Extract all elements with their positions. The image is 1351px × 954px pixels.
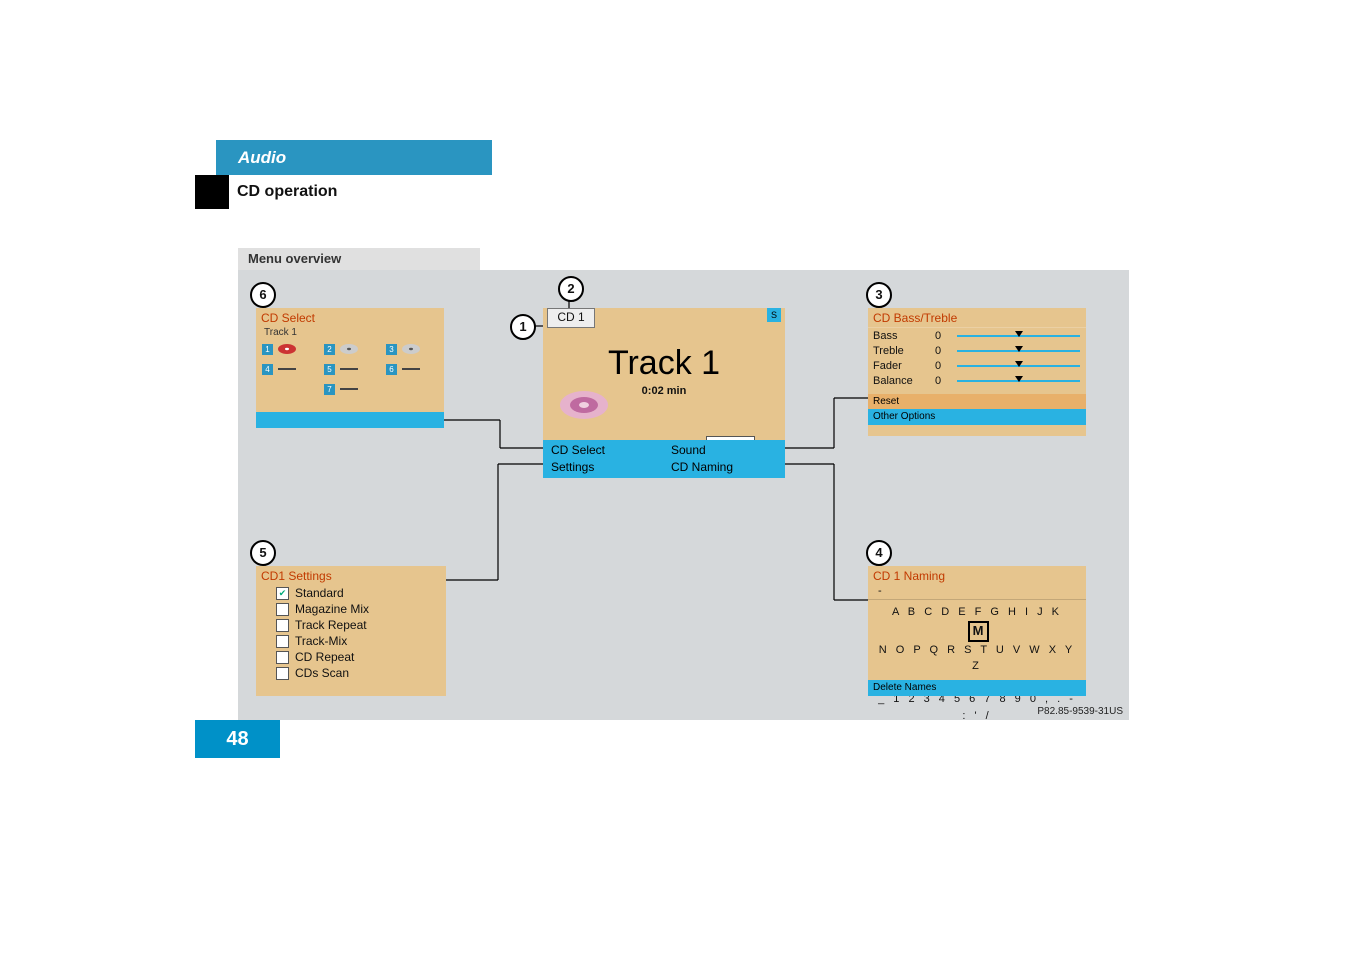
cd-slot-3-label: 3 — [386, 344, 397, 355]
panel-cd-select-footer — [256, 412, 444, 428]
cd-slot-3[interactable]: 3 — [386, 342, 430, 356]
slider[interactable] — [957, 376, 1080, 386]
cd-slot-5[interactable]: 5 — [324, 362, 368, 376]
cd-slot-2-label: 2 — [324, 344, 335, 355]
cd-slot-6-label: 6 — [386, 364, 397, 375]
panel-settings: CD1 Settings ✔ Standard Magazine Mix Tra… — [256, 566, 446, 696]
keyboard-row-1: A B C D E F G H I J K — [892, 606, 1062, 618]
settings-item-label: CD Repeat — [295, 650, 354, 664]
sound-other-options[interactable]: Other Options — [868, 409, 1086, 425]
menu-cd-select[interactable]: CD Select — [551, 442, 657, 459]
cd-slot-7-label: 7 — [324, 384, 335, 395]
slider[interactable] — [957, 346, 1080, 356]
settings-item[interactable]: CDs Scan — [256, 665, 446, 681]
panel-sound: CD Bass/Treble Bass 0 Treble 0 Fader 0 B… — [868, 308, 1086, 436]
sound-row-value: 0 — [925, 375, 951, 387]
panel-cd-select: CD Select Track 1 1 2 — [256, 308, 444, 428]
sound-row-value: 0 — [925, 345, 951, 357]
settings-item[interactable]: ✔ Standard — [256, 585, 446, 601]
main-bottom-menu: CD Select Sound Settings CD Naming — [543, 440, 785, 478]
sound-row-label: Fader — [868, 360, 925, 372]
settings-item-label: Standard — [295, 586, 344, 600]
cd-slot-2[interactable]: 2 — [324, 342, 368, 356]
chapter-marker — [195, 175, 229, 209]
menu-settings[interactable]: Settings — [551, 459, 657, 476]
cd-slot-6[interactable]: 6 — [386, 362, 430, 376]
empty-slot-icon — [402, 368, 420, 370]
sound-row-label: Treble — [868, 345, 925, 357]
menu-cd-naming[interactable]: CD Naming — [671, 459, 777, 476]
delete-names-button[interactable]: Delete Names — [868, 680, 1086, 696]
cd-slot-5-label: 5 — [324, 364, 335, 375]
empty-slot-icon — [340, 368, 358, 370]
sound-row-value: 0 — [925, 360, 951, 372]
panel-settings-title: CD1 Settings — [256, 566, 446, 585]
panel-sound-title: CD Bass/Treble — [868, 308, 1086, 327]
panel-naming: CD 1 Naming - A B C D E F G H I J K M N … — [868, 566, 1086, 696]
callout-5: 5 — [250, 540, 276, 566]
settings-item-label: Track Repeat — [295, 618, 367, 632]
panel-naming-title: CD 1 Naming — [868, 566, 1086, 585]
menu-sound[interactable]: Sound — [671, 442, 777, 459]
name-input-line[interactable]: - — [868, 585, 1086, 600]
sound-row-fader[interactable]: Fader 0 — [868, 358, 1086, 373]
subsection-header: Menu overview — [238, 248, 480, 270]
status-badge: S — [767, 308, 781, 322]
keyboard-key-highlight[interactable]: M — [968, 621, 989, 642]
checkbox-icon — [276, 635, 289, 648]
cd-slot-1-label: 1 — [262, 344, 273, 355]
callout-1: 1 — [510, 314, 536, 340]
sound-row-label: Bass — [868, 330, 925, 342]
cd-slot-4[interactable]: 4 — [262, 362, 306, 376]
cd-slot-1[interactable]: 1 — [262, 342, 306, 356]
settings-item[interactable]: Magazine Mix — [256, 601, 446, 617]
callout-6: 6 — [250, 282, 276, 308]
settings-item[interactable]: CD Repeat — [256, 649, 446, 665]
empty-slot-icon — [278, 368, 296, 370]
cd-label-button[interactable]: CD 1 — [547, 308, 595, 328]
callout-3: 3 — [866, 282, 892, 308]
settings-item-label: Magazine Mix — [295, 602, 369, 616]
panel-cd-select-subtitle: Track 1 — [256, 327, 444, 338]
disc-icon — [400, 343, 422, 355]
sound-row-value: 0 — [925, 330, 951, 342]
now-playing-track: Track 1 — [543, 344, 785, 383]
checkbox-icon — [276, 667, 289, 680]
checkbox-icon — [276, 619, 289, 632]
settings-item[interactable]: Track-Mix — [256, 633, 446, 649]
cd-slot-4-label: 4 — [262, 364, 273, 375]
disc-icon — [276, 343, 298, 355]
sound-row-bass[interactable]: Bass 0 — [868, 328, 1086, 343]
settings-item-label: Track-Mix — [295, 634, 347, 648]
callout-4: 4 — [866, 540, 892, 566]
sound-row-label: Balance — [868, 375, 925, 387]
sound-row-treble[interactable]: Treble 0 — [868, 343, 1086, 358]
menu-overview-diagram: 6 1 2 3 4 5 CD Select Track 1 1 2 — [238, 270, 1129, 720]
checkbox-icon — [276, 603, 289, 616]
disc-icon — [557, 388, 611, 422]
sound-reset[interactable]: Reset — [868, 394, 1086, 409]
panel-cd-select-title: CD Select — [256, 308, 444, 327]
slider[interactable] — [957, 361, 1080, 371]
slider[interactable] — [957, 331, 1080, 341]
settings-item-label: CDs Scan — [295, 666, 349, 680]
page-number: 48 — [195, 720, 280, 758]
checkbox-icon — [276, 651, 289, 664]
sound-row-balance[interactable]: Balance 0 — [868, 373, 1086, 388]
keyboard-row-2: N O P Q R S T U V W X Y Z — [879, 644, 1076, 673]
figure-id: P82.85-9539-31US — [1037, 706, 1123, 717]
section-header: Audio — [216, 140, 492, 175]
disc-icon — [338, 343, 360, 355]
cd-slot-7[interactable]: 7 — [324, 382, 368, 396]
checkbox-checked-icon: ✔ — [276, 587, 289, 600]
chapter-title: CD operation — [229, 175, 1137, 209]
empty-slot-icon — [340, 388, 358, 390]
callout-2: 2 — [558, 276, 584, 302]
panel-main: CD 1 S Track 1 0:02 min Scan CD Select S… — [543, 308, 785, 478]
settings-item[interactable]: Track Repeat — [256, 617, 446, 633]
